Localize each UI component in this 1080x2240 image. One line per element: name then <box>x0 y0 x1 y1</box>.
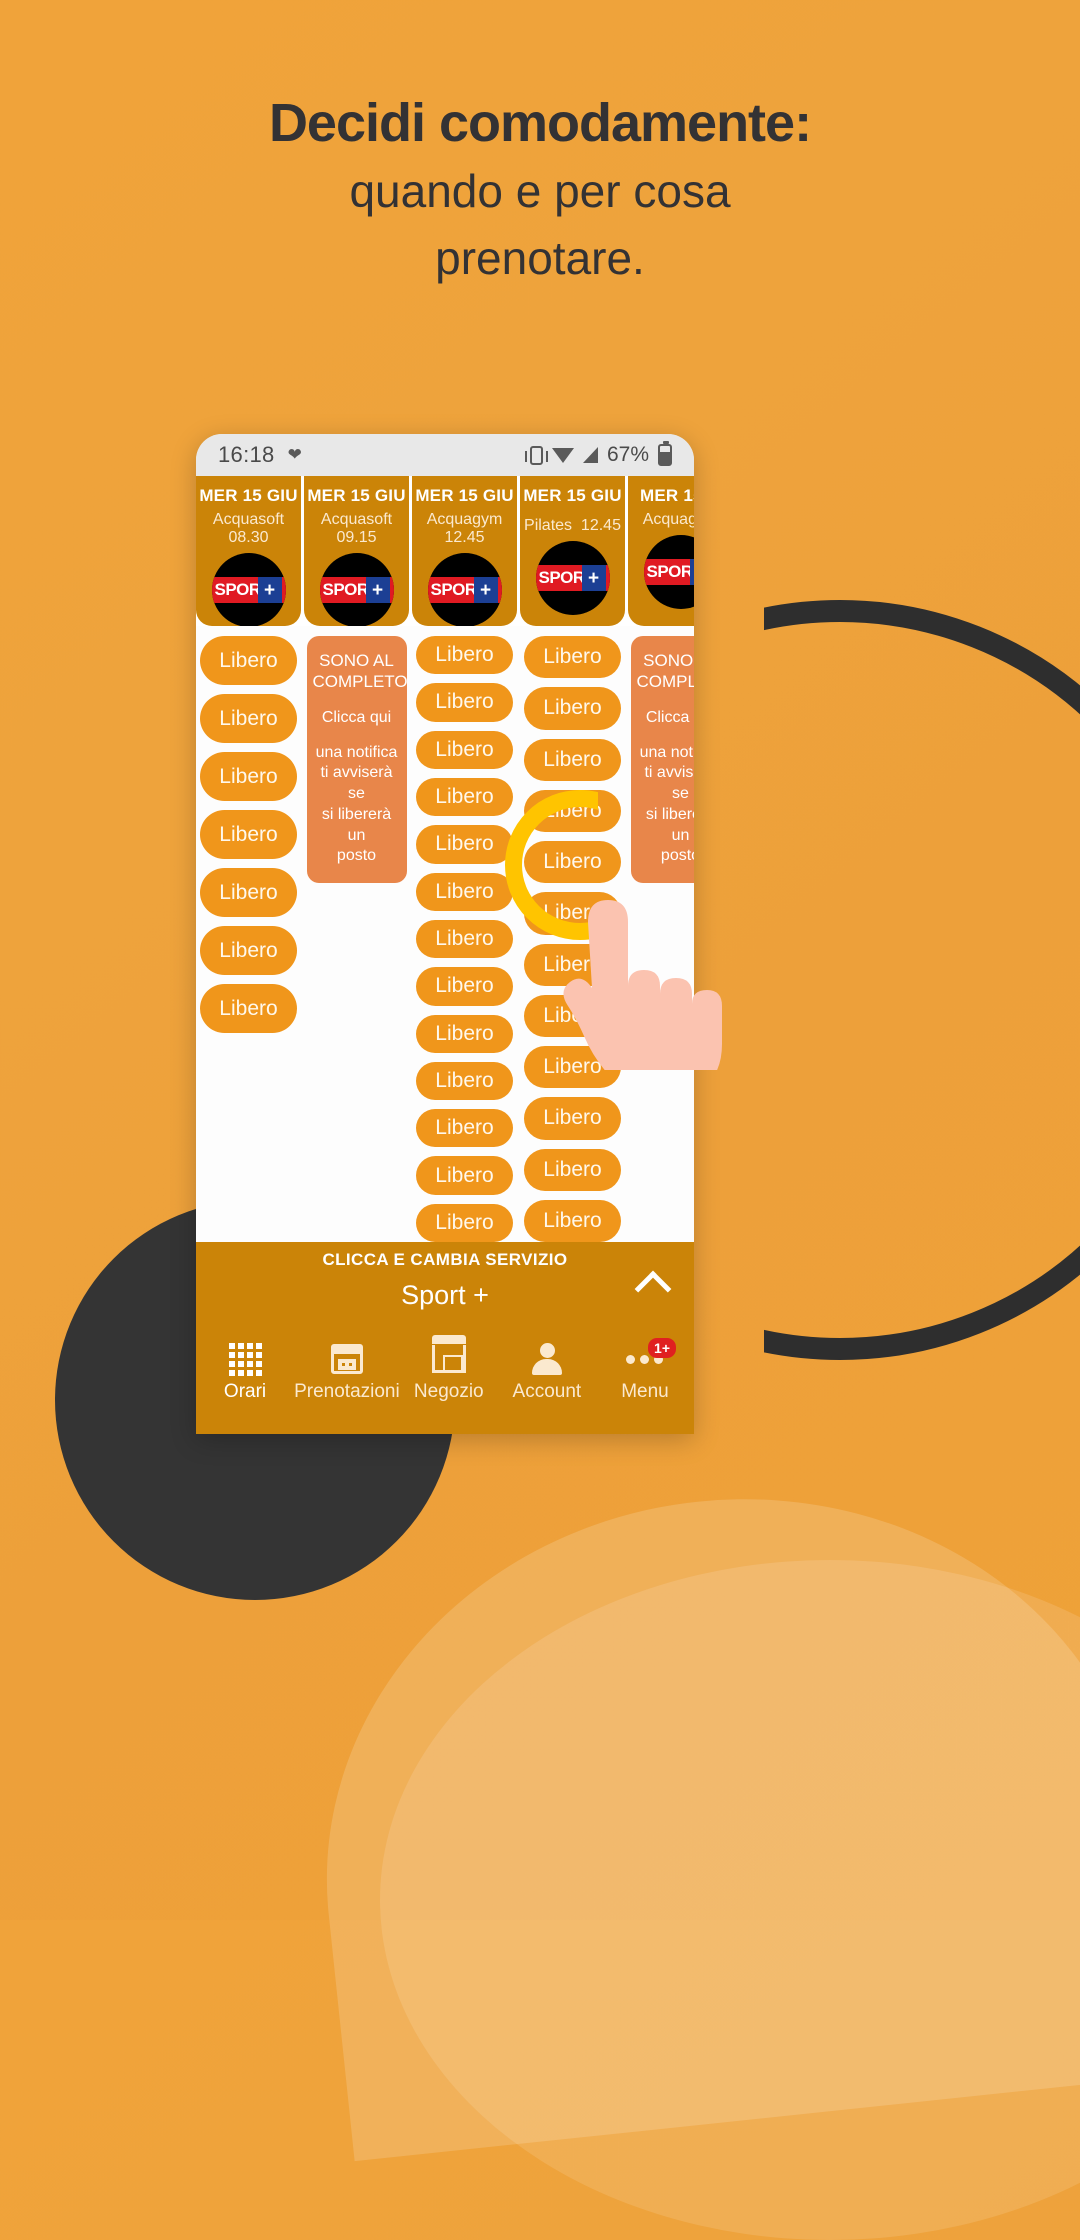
class-card-date: MER 15 GIU <box>523 486 622 505</box>
slot-pill-libero[interactable]: Libero <box>416 636 513 675</box>
class-card-time: 09.15 <box>336 529 377 546</box>
full-card-cta[interactable]: Clicca qui <box>313 709 401 727</box>
shop-icon <box>400 1335 498 1378</box>
decorative-soft-shape <box>289 1458 1080 2162</box>
nav-item-label: Negozio <box>413 1381 484 1402</box>
class-card[interactable]: MER 15 GIU Acquagym 12.45 SPORT + <box>412 476 517 626</box>
class-card-date: MER 15 GIU <box>415 486 514 505</box>
nav-item-orari[interactable]: Orari <box>196 1340 294 1403</box>
dots-icon <box>596 1340 694 1378</box>
slot-pill-libero[interactable]: Libero <box>416 967 513 1006</box>
slot-pill-libero[interactable]: Libero <box>524 1097 621 1140</box>
slot-pill-libero[interactable]: Libero <box>416 1014 513 1053</box>
slot-pill-libero[interactable]: Libero <box>416 730 513 769</box>
class-card[interactable]: MER 15 GIU Acquasoft 09.15 SPORT + <box>304 476 409 626</box>
service-current-value: Sport + <box>401 1280 489 1310</box>
full-card-cta[interactable]: Clicca qui <box>637 709 694 727</box>
headline-secondary: quando e per cosa <box>349 165 731 218</box>
headline-tertiary: prenotare. <box>435 231 645 284</box>
grid-icon <box>196 1340 294 1378</box>
headline-primary: Decidi comodamente: <box>268 93 812 153</box>
slot-pill-libero[interactable]: Libero <box>416 1061 513 1101</box>
wifi-icon <box>551 447 574 463</box>
full-card-note: una notificati avviserà sesi libererà un… <box>315 743 398 865</box>
slot-pill-libero[interactable]: Libero <box>200 984 297 1033</box>
slot-column: SONO ALCOMPLETO Clicca qui una notificat… <box>304 636 409 1242</box>
nav-item-label: Account <box>512 1381 582 1402</box>
service-switch-bar[interactable]: CLICCA E CAMBIA SERVIZIO Sport + <box>196 1242 694 1334</box>
slot-pill-libero[interactable]: Libero <box>416 919 513 959</box>
slot-pill-libero[interactable]: Libero <box>200 868 297 917</box>
class-card-time: 12.45 <box>444 529 485 546</box>
full-notification-card[interactable]: SONO ALCOMPLETO Clicca qui una notificat… <box>306 636 408 884</box>
headline-block: Decidi comodamente: quando e per cosa pr… <box>0 92 1080 288</box>
slot-pill-libero[interactable]: Libero <box>524 1148 621 1191</box>
slot-pill-libero[interactable]: Libero <box>200 752 297 801</box>
slot-pill-libero[interactable]: Libero <box>200 926 297 975</box>
sport-plus-logo-icon: SPORT + <box>319 553 394 626</box>
menu-badge: 1+ <box>648 1338 676 1359</box>
status-bar-icons: 67% <box>524 441 672 467</box>
slot-column: Libero Libero Libero Libero Libero Libero Libe… <box>196 636 301 1242</box>
pointing-hand-illustration <box>563 900 722 1070</box>
slot-pill-libero[interactable]: Libero <box>416 872 513 911</box>
sport-plus-logo-icon: SPORT + <box>643 535 694 609</box>
slot-pill-libero[interactable]: Libero <box>524 738 621 781</box>
slot-pill-libero[interactable]: Libero <box>416 1156 513 1195</box>
class-card[interactable]: MER 15 GIU Pilates 12.45 SPORT + <box>520 476 625 626</box>
slot-pill-libero[interactable]: Libero <box>524 636 621 679</box>
signal-icon <box>582 447 598 463</box>
class-card-date: MER 15 GIU <box>199 486 298 505</box>
class-card[interactable]: MER 15 G Acquagym SPORT + <box>628 476 694 626</box>
slot-pill-libero[interactable]: Libero <box>200 636 297 685</box>
slot-pill-libero[interactable]: Libero <box>416 1109 513 1148</box>
user-icon <box>498 1340 596 1378</box>
battery-percentage: 67% <box>606 443 649 466</box>
battery-icon <box>658 441 672 466</box>
class-card-date: MER 15 G <box>640 486 694 505</box>
service-switch-label: CLICCA E CAMBIA SERVIZIO <box>322 1250 568 1269</box>
class-card[interactable]: MER 15 GIU Acquasoft 08.30 SPORT + <box>196 476 301 626</box>
nav-item-negozio[interactable]: Negozio <box>400 1335 498 1403</box>
nav-item-label: Menu <box>621 1381 669 1402</box>
slot-pill-libero[interactable]: Libero <box>524 687 621 730</box>
vibrate-icon <box>524 445 548 465</box>
sport-plus-logo-icon: SPORT + <box>211 553 286 626</box>
nav-item-label: Prenotazioni <box>294 1381 400 1402</box>
slot-pill-libero[interactable]: Libero <box>524 1199 621 1242</box>
class-card-activity: Acquasoft <box>320 511 393 528</box>
bottom-navigation[interactable]: Orari Prenotazioni Negozio Account Menu … <box>196 1334 694 1434</box>
sport-plus-logo-icon: SPORT + <box>427 553 502 626</box>
class-card-activity: Acquasoft <box>212 511 285 528</box>
slot-pill-libero[interactable]: Libero <box>200 694 297 743</box>
class-card-activity: Acquagym <box>642 511 694 528</box>
slot-pill-libero[interactable]: Libero <box>200 810 297 859</box>
slot-pill-libero[interactable]: Libero <box>416 683 513 722</box>
slot-pill-libero[interactable]: Libero <box>416 1203 513 1242</box>
nav-item-account[interactable]: Account <box>498 1340 596 1403</box>
class-card-time: 08.30 <box>228 529 269 546</box>
status-bar: 16:18 ❤ 67% <box>196 434 694 476</box>
slot-pill-libero[interactable]: Libero <box>416 777 513 817</box>
class-card-activity-time: Pilates 12.45 <box>524 517 621 534</box>
heart-rate-icon: ❤ <box>287 445 302 464</box>
class-card-date: MER 15 GIU <box>307 486 406 505</box>
nav-item-label: Orari <box>223 1381 267 1402</box>
calendar-icon <box>294 1340 400 1378</box>
nav-item-prenotazioni[interactable]: Prenotazioni <box>294 1340 400 1403</box>
status-bar-time: 16:18 <box>218 442 275 467</box>
slot-column: Libero Libero Libero Libero Libero Libero Libe… <box>412 636 517 1242</box>
slot-pill-libero[interactable]: Libero <box>416 825 513 864</box>
class-card-activity: Acquagym <box>426 511 503 528</box>
sport-plus-logo-icon: SPORT + <box>535 541 610 615</box>
full-card-title: SONO ALCOMPLETO <box>636 651 695 692</box>
class-card-row[interactable]: MER 15 GIU Acquasoft 08.30 SPORT + MER 15 … <box>196 476 694 626</box>
nav-item-menu[interactable]: Menu 1+ <box>596 1338 694 1403</box>
full-card-title: SONO ALCOMPLETO <box>312 651 408 692</box>
